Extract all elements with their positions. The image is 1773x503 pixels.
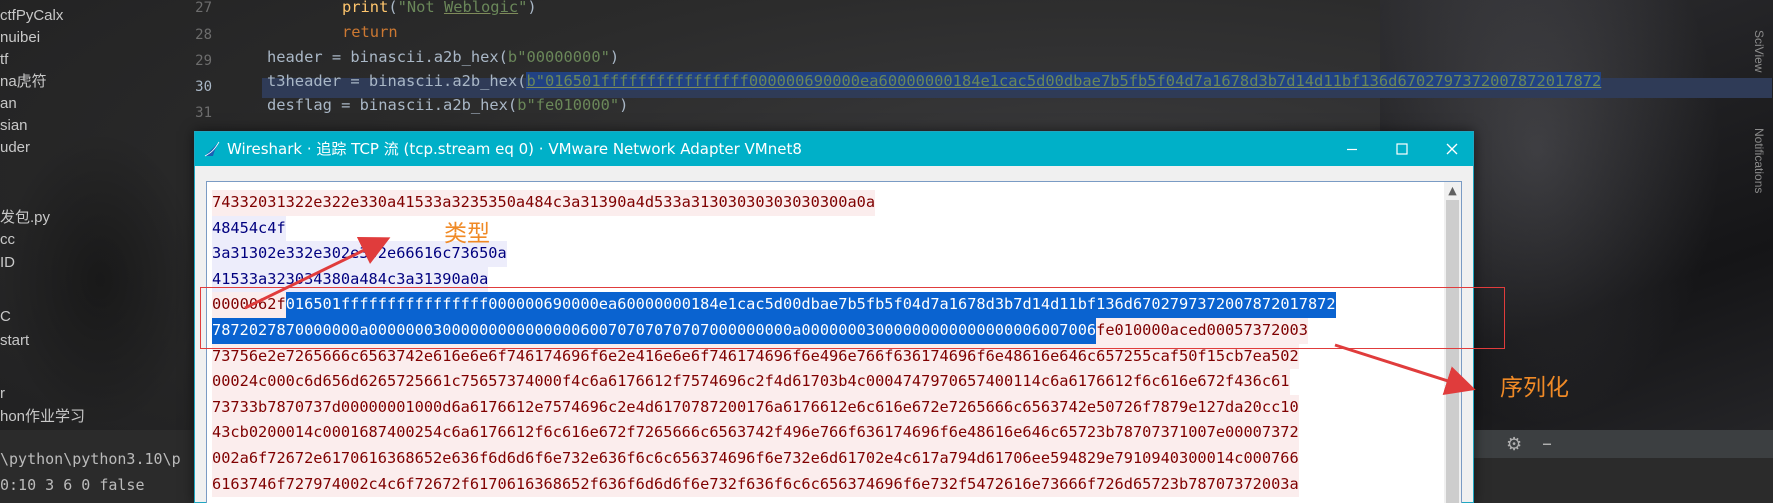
project-item[interactable]: 发包.py bbox=[0, 207, 50, 229]
project-item[interactable]: an bbox=[0, 93, 17, 115]
line-number: 30 bbox=[195, 79, 212, 95]
line-number: 29 bbox=[195, 53, 212, 69]
project-item[interactable]: cc bbox=[0, 229, 15, 251]
minimize-button[interactable] bbox=[1327, 132, 1377, 166]
terminal-line: 0:10 3 6 0 false bbox=[0, 476, 145, 494]
notifications-tab[interactable]: Notifications bbox=[1752, 128, 1766, 193]
type-annotation-label: 类型 bbox=[444, 221, 490, 247]
minimize-icon bbox=[1347, 148, 1357, 151]
maximize-icon bbox=[1396, 143, 1408, 155]
maximize-button[interactable] bbox=[1377, 132, 1427, 166]
stream-line: 43cb0200014c0001687400254c6a6176612f6c61… bbox=[212, 420, 1336, 446]
project-item[interactable]: start bbox=[0, 330, 29, 352]
close-icon bbox=[1446, 143, 1458, 155]
project-item[interactable]: C bbox=[0, 306, 11, 328]
code-line: print("Not Weblogic") bbox=[342, 0, 537, 16]
project-item[interactable]: tf bbox=[0, 49, 8, 71]
line-gutter: 27 28 29 30 31 bbox=[182, 0, 252, 125]
stream-line: 002a6f72672e6170616368652e636f6d6d6f6e73… bbox=[212, 445, 1336, 472]
stream-line: 00024c000c6d656d6265725661c75657374000f4… bbox=[212, 369, 1336, 395]
wireshark-fin-icon bbox=[204, 141, 220, 157]
stream-line: 3a31302e332e302e302e66616c73650a bbox=[212, 241, 1336, 267]
scrollbar-thumb[interactable] bbox=[1446, 200, 1459, 503]
code-line: desflag = binascii.a2b_hex(b"fe010000") bbox=[267, 96, 629, 114]
right-tool-strip: SciView Notifications bbox=[1748, 0, 1773, 430]
project-item[interactable]: r bbox=[0, 383, 5, 405]
project-item[interactable]: na虎符 bbox=[0, 71, 47, 93]
code-line: t3header = binascii.a2b_hex(b"016501ffff… bbox=[267, 72, 1602, 90]
stream-line: 74332031322e322e330a41533a3235350a484c3a… bbox=[212, 190, 1336, 216]
gear-icon[interactable]: ⚙ bbox=[1506, 434, 1522, 455]
minimize-panel-icon[interactable]: – bbox=[1542, 431, 1552, 455]
line-number: 28 bbox=[195, 27, 212, 43]
code-line: return bbox=[342, 23, 398, 41]
close-button[interactable] bbox=[1427, 132, 1477, 166]
scroll-up-arrow-icon[interactable]: ▲ bbox=[1444, 182, 1461, 200]
project-item[interactable]: hon作业学习 bbox=[0, 406, 85, 428]
line-number: 31 bbox=[195, 105, 212, 121]
terminal-line: \python\python3.10\p bbox=[0, 450, 181, 468]
stream-line: 73733b7870737d00000001000d6a6176612e7574… bbox=[212, 394, 1336, 421]
annotation-highlight-box bbox=[200, 287, 1505, 349]
line-number: 27 bbox=[195, 0, 212, 16]
project-item[interactable]: nuibei bbox=[0, 27, 40, 49]
stream-line: 48454c4f bbox=[212, 215, 1336, 242]
code-editor[interactable]: print("Not Weblogic") return header = bi… bbox=[262, 0, 1773, 125]
serialize-annotation-label: 序列化 bbox=[1500, 375, 1569, 401]
project-tree: ctfPyCalx nuibei tf na虎符 an sian uder 发包… bbox=[0, 0, 182, 449]
stream-line: 6163746f727974002c4c6f72672f617061636865… bbox=[212, 471, 1336, 498]
code-line: header = binascii.a2b_hex(b"00000000") bbox=[267, 48, 620, 66]
project-item[interactable]: ctfPyCalx bbox=[0, 5, 63, 27]
sciview-tab[interactable]: SciView bbox=[1752, 30, 1766, 72]
project-item[interactable]: sian bbox=[0, 115, 28, 137]
title-bar[interactable]: Wireshark · 追踪 TCP 流 (tcp.stream eq 0) ·… bbox=[195, 132, 1473, 166]
project-item[interactable]: ID bbox=[0, 252, 15, 274]
project-item[interactable]: uder bbox=[0, 137, 30, 159]
window-title: Wireshark · 追踪 TCP 流 (tcp.stream eq 0) ·… bbox=[227, 140, 802, 158]
